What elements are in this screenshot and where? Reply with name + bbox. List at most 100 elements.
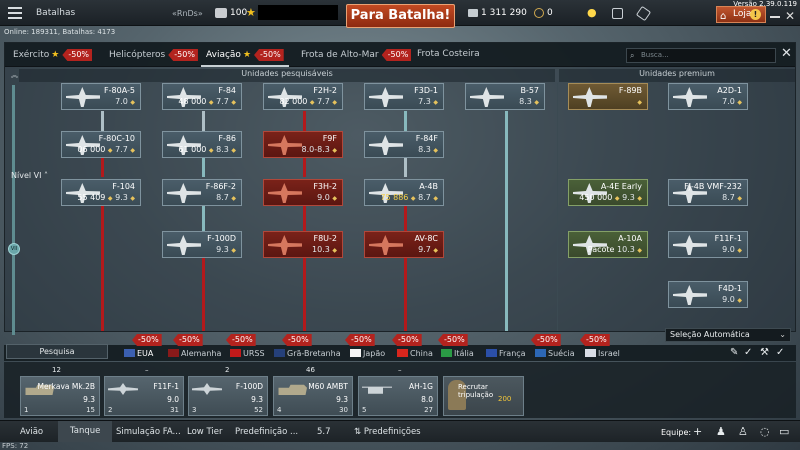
slot-br: 8.0	[421, 395, 433, 404]
group-icon[interactable]: ♙	[738, 425, 748, 438]
repair-icon[interactable]: ⚒	[760, 347, 769, 358]
add-icon[interactable]: +	[693, 425, 702, 438]
unit-card[interactable]: F-80C-10 06 000 ◆ 7.7 ◆	[61, 131, 141, 158]
nation-sale: -50%	[173, 334, 203, 346]
minimize-icon[interactable]	[770, 16, 780, 18]
tree-link	[202, 111, 205, 131]
nation-tab-sweden[interactable]: Suécia	[535, 349, 575, 358]
nation-tab-britain[interactable]: Grã-Bretanha	[274, 349, 341, 358]
close-icon[interactable]: ✕	[781, 46, 792, 61]
coupon-icon[interactable]	[635, 5, 652, 22]
checkmark-icon[interactable]: ✓	[744, 347, 752, 358]
friends-icon[interactable]: ♟	[716, 425, 726, 438]
unit-card[interactable]: AV-8C 9.7 ◆	[364, 231, 444, 258]
game-mode-label[interactable]: Batalhas	[36, 8, 75, 18]
alert-icon[interactable]: !	[750, 9, 761, 20]
lightbulb-icon[interactable]: ●	[587, 6, 597, 19]
menu-icon[interactable]	[8, 7, 22, 19]
slot-br: 9.3	[336, 395, 348, 404]
wrench-icon[interactable]: ✎	[730, 347, 738, 358]
chat-icon[interactable]: ◌	[760, 425, 770, 438]
slot-br: 9.3	[251, 395, 263, 404]
profile-icon[interactable]	[612, 8, 623, 19]
unit-card[interactable]: A-10A Pacote 10.3 ◆	[568, 231, 648, 258]
nation-tab-israel[interactable]: Israel	[585, 349, 620, 358]
tab-coastal-fleet[interactable]: Frota Costeira	[417, 49, 480, 59]
recruit-crew-button[interactable]: Recrutar tripulação 200	[443, 376, 524, 416]
crew-slot[interactable]: F-100D 9.3 3 52	[188, 376, 268, 416]
slot-count: –	[145, 366, 149, 374]
unit-card[interactable]: FJ-4B VMF-232 8.7 ◆	[668, 179, 748, 206]
preset-select-value: Seleção Automática	[670, 330, 750, 339]
tab-army[interactable]: Exército ★ -50%	[13, 49, 93, 61]
preset-dropdown[interactable]: Predefinição ...	[235, 427, 298, 437]
research-button[interactable]: Pesquisa	[6, 344, 108, 359]
unit-card[interactable]: F3D-1 7.3 ◆	[364, 83, 444, 110]
unit-card[interactable]: F-86 61 000 ◆ 8.3 ◆	[162, 131, 242, 158]
tab-aviation[interactable]: Aviação ★ -50%	[206, 49, 284, 61]
collapse-icon[interactable]: ︽	[11, 70, 18, 80]
unit-br: 8.7 ◆	[722, 193, 742, 202]
unit-card[interactable]: F-104 55 409 ◆ 9.3 ◆	[61, 179, 141, 206]
unit-card[interactable]: F2H-2 82 000 ◆ 7.7 ◆	[263, 83, 343, 110]
nation-tab-japan[interactable]: Japão	[350, 349, 385, 358]
filter-low-tier[interactable]: Low Tier	[187, 427, 222, 437]
unit-card[interactable]: F-86F-2 8.7 ◆	[162, 179, 242, 206]
nation-tab-germany[interactable]: Alemanha	[168, 349, 221, 358]
tab-bluewater-fleet[interactable]: Frota de Alto-Mar -50%	[301, 49, 412, 61]
search-input[interactable]: ⌕ Busca...	[626, 48, 776, 63]
slot-count: 12	[52, 366, 61, 374]
tab-helicopters[interactable]: Helicópteros -50%	[109, 49, 198, 61]
filter-aircraft[interactable]: Avião	[20, 427, 43, 437]
researchable-header: Unidades pesquisáveis	[19, 69, 555, 82]
rank-scrollbar[interactable]	[12, 85, 15, 335]
unit-card[interactable]: F-89B ◆	[568, 83, 648, 110]
unit-card[interactable]: F-84F 8.3 ◆	[364, 131, 444, 158]
jet-icon	[167, 183, 201, 203]
unit-br: 9.0 ◆	[722, 295, 742, 304]
preset-select[interactable]: Seleção Automática ⌄	[665, 328, 791, 342]
unit-card[interactable]: A2D-1 7.0 ◆	[668, 83, 748, 110]
unit-card[interactable]: F3H-2 9.0 ◆	[263, 179, 343, 206]
checkmark-icon[interactable]: ✓	[776, 347, 784, 358]
nation-tab-china[interactable]: China	[397, 349, 433, 358]
unit-card[interactable]: F9F 8.0-8.3 ◆	[263, 131, 343, 158]
nation-tab-usa[interactable]: EUA	[124, 349, 153, 358]
unit-card[interactable]: F-100D 9.3 ◆	[162, 231, 242, 258]
rank-scroll-knob[interactable]: VII	[8, 243, 20, 255]
filter-simulation[interactable]: Simulação FA...	[116, 427, 181, 437]
unit-card[interactable]: F8U-2 10.3 ◆	[263, 231, 343, 258]
tree-link	[303, 111, 306, 131]
crew-slot[interactable]: F11F-1 9.0 2 31	[104, 376, 184, 416]
fps-counter: FPS: 72	[2, 442, 29, 450]
nation-tab-italy[interactable]: Itália	[441, 349, 474, 358]
unit-br: ◆	[637, 99, 642, 106]
unit-card[interactable]: B-57 8.3 ◆	[465, 83, 545, 110]
jet-icon	[369, 135, 403, 155]
unit-card[interactable]: F-84 48 000 ◆ 7.7 ◆	[162, 83, 242, 110]
silver-lions-amount: 1 311 290	[481, 8, 527, 18]
unit-card[interactable]: F-80A-5 7.0 ◆	[61, 83, 141, 110]
messages-icon[interactable]: ▭	[779, 425, 789, 438]
jet-icon	[673, 87, 707, 107]
tree-tabs-bar: Exército ★ -50% Helicópteros -50% Aviação ★ -…	[5, 43, 795, 67]
to-battle-button[interactable]: Para Batalha!	[346, 4, 455, 28]
nation-tab-france[interactable]: França	[486, 349, 526, 358]
slot-count: –	[398, 366, 402, 374]
crew-slot[interactable]: AH-1G 8.0 5 27	[358, 376, 438, 416]
filter-tank[interactable]: Tanque	[58, 421, 113, 442]
close-icon[interactable]: ✕	[785, 9, 795, 23]
unit-br: 7.0 ◆	[115, 97, 135, 106]
unit-card[interactable]: A-4B 75 886 ◆ 8.7 ◆	[364, 179, 444, 206]
star-icon: ★	[242, 50, 252, 60]
crew-slot[interactable]: Merkava Mk.2B 9.3 1 15	[20, 376, 100, 416]
unit-card[interactable]: F4D-1 9.0 ◆	[668, 281, 748, 308]
nation-tab-ussr[interactable]: URSS	[230, 349, 265, 358]
eagles-icon	[534, 8, 544, 18]
unit-card[interactable]: F11F-1 9.0 ◆	[668, 231, 748, 258]
unit-br: 9.0 ◆	[317, 193, 337, 202]
presets-button[interactable]: ⇅ Predefinições	[354, 427, 421, 437]
jet-icon	[66, 87, 100, 107]
crew-slot[interactable]: M60 AMBT 9.3 4 30	[273, 376, 353, 416]
unit-card[interactable]: A-4E Early 450 000 ◆ 9.3 ◆	[568, 179, 648, 206]
